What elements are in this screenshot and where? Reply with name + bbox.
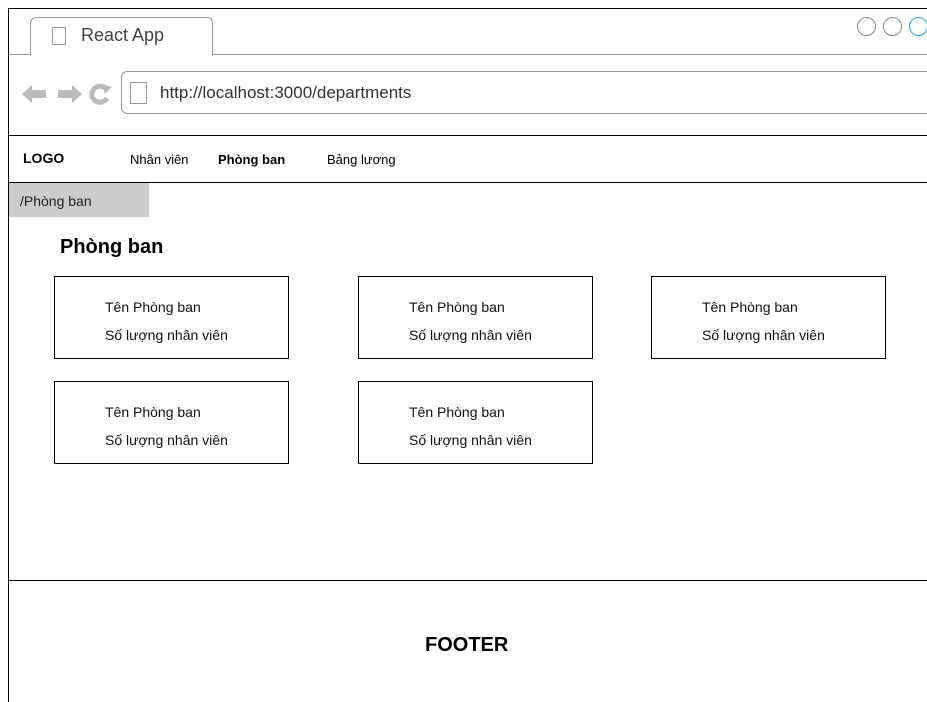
- department-card[interactable]: Tên Phòng ban Số lượng nhân viên: [358, 381, 593, 464]
- nav-item-departments[interactable]: Phòng ban: [218, 152, 285, 167]
- department-employee-count: Số lượng nhân viên: [702, 327, 825, 343]
- nav-item-employees[interactable]: Nhân viên: [130, 152, 189, 167]
- department-name: Tên Phòng ban: [409, 299, 505, 315]
- tab-divider: [213, 54, 927, 55]
- tab-divider: [9, 54, 30, 55]
- department-name: Tên Phòng ban: [409, 404, 505, 420]
- toolbar-divider: [9, 135, 927, 136]
- arrow-right-icon[interactable]: [56, 85, 82, 103]
- department-name: Tên Phòng ban: [702, 299, 798, 315]
- window-minimize-icon[interactable]: [857, 17, 876, 36]
- footer-divider: [9, 580, 927, 581]
- department-card[interactable]: Tên Phòng ban Số lượng nhân viên: [651, 276, 886, 359]
- department-card[interactable]: Tên Phòng ban Số lượng nhân viên: [54, 276, 289, 359]
- department-employee-count: Số lượng nhân viên: [105, 432, 228, 448]
- department-card[interactable]: Tên Phòng ban Số lượng nhân viên: [358, 276, 593, 359]
- department-employee-count: Số lượng nhân viên: [409, 432, 532, 448]
- department-card[interactable]: Tên Phòng ban Số lượng nhân viên: [54, 381, 289, 464]
- page-icon: [130, 82, 147, 104]
- department-employee-count: Số lượng nhân viên: [409, 327, 532, 343]
- logo[interactable]: LOGO: [23, 150, 64, 166]
- window-maximize-icon[interactable]: [883, 17, 902, 36]
- page-icon: [52, 27, 66, 45]
- footer: FOOTER: [425, 634, 509, 656]
- address-url[interactable]: http://localhost:3000/departments: [160, 83, 411, 103]
- breadcrumb-label[interactable]: /Phòng ban: [20, 193, 92, 209]
- page-title: Phòng ban: [60, 236, 164, 258]
- tab-title: React App: [81, 25, 165, 45]
- arrow-left-icon[interactable]: [22, 85, 48, 103]
- window-close-icon[interactable]: [909, 17, 927, 36]
- nav-item-salary[interactable]: Bảng lương: [327, 152, 396, 167]
- reload-icon[interactable]: [88, 83, 112, 105]
- department-employee-count: Số lượng nhân viên: [105, 327, 228, 343]
- department-name: Tên Phòng ban: [105, 404, 201, 420]
- department-name: Tên Phòng ban: [105, 299, 201, 315]
